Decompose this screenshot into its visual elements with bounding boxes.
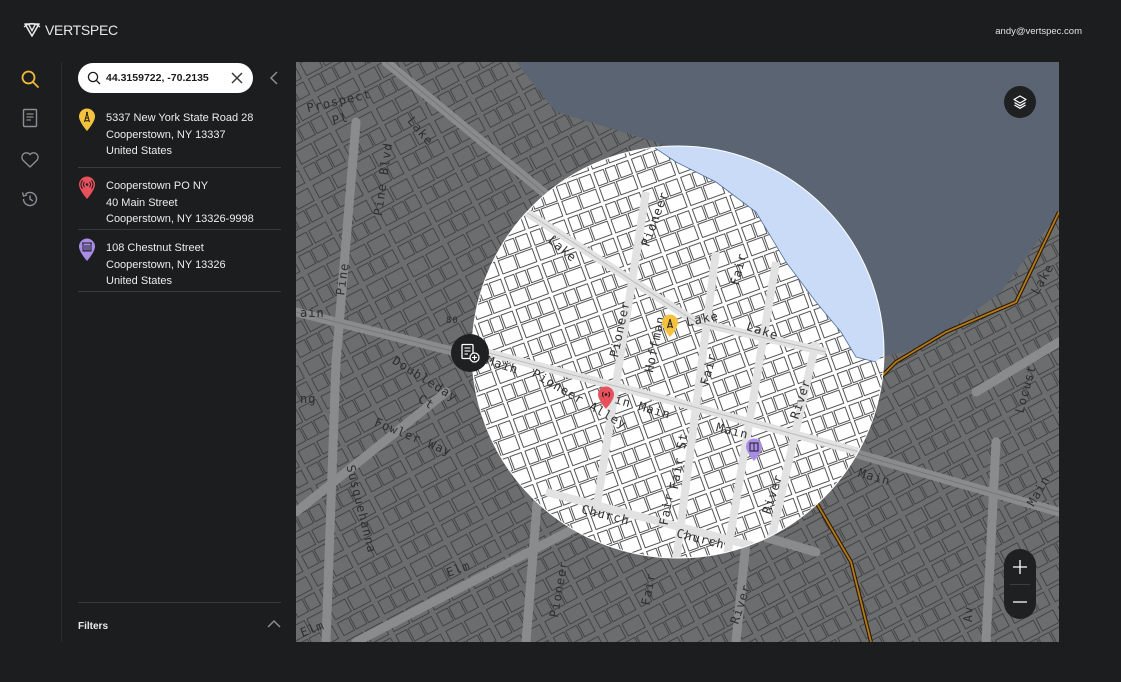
add-report-button[interactable]: [451, 334, 489, 372]
nav-documents-button[interactable]: [18, 106, 42, 130]
result-item[interactable]: Cooperstown PO NY 40 Main Street Coopers…: [78, 168, 281, 230]
search-icon: [21, 70, 39, 88]
minus-icon: [1013, 600, 1027, 603]
cell-tower-marker-icon[interactable]: [661, 314, 679, 338]
filters-bar[interactable]: Filters: [78, 602, 281, 642]
chevron-left-icon: [269, 71, 278, 85]
result-line: United States: [106, 275, 173, 287]
top-bar: VERTSPEC andy@vertspec.com: [0, 0, 1121, 62]
search-box[interactable]: [78, 63, 253, 93]
result-item[interactable]: 108 Chestnut Street Cooperstown, NY 1332…: [78, 230, 281, 292]
brand-logo[interactable]: VERTSPEC: [23, 21, 118, 39]
search-input[interactable]: [106, 72, 224, 84]
heart-icon: [21, 152, 39, 168]
layers-icon: [1013, 95, 1027, 109]
result-line: 40 Main Street: [106, 196, 178, 209]
history-icon: [21, 191, 38, 207]
search-icon: [87, 71, 101, 85]
result-line: Cooperstown, NY 13337: [106, 128, 226, 141]
add-report-icon: [461, 343, 480, 363]
street-label: ng: [300, 392, 317, 406]
broadcast-marker-icon[interactable]: [597, 386, 615, 410]
nav-search-button[interactable]: [18, 67, 42, 91]
result-line: 5337 New York State Road 28: [106, 112, 254, 124]
broadcast-pin-icon: [79, 176, 95, 199]
result-line: Cooperstown, NY 13326-9998: [106, 213, 254, 225]
nav-rail: [0, 62, 62, 642]
result-line: 108 Chestnut Street: [106, 242, 204, 254]
close-icon: [231, 72, 243, 84]
street-label: Av: [960, 605, 976, 623]
zoom-controls: [1004, 549, 1036, 619]
search-panel: 5337 New York State Road 28 Cooperstown,…: [63, 62, 295, 642]
map-canvas[interactable]: [296, 62, 1059, 642]
document-icon: [22, 108, 38, 128]
result-item[interactable]: 5337 New York State Road 28 Cooperstown,…: [78, 106, 281, 168]
nav-favorites-button[interactable]: [18, 148, 42, 172]
cell-tower-pin-icon: [79, 108, 95, 131]
zoom-in-button[interactable]: [1004, 549, 1036, 584]
user-email[interactable]: andy@vertspec.com: [995, 26, 1082, 37]
result-line: Cooperstown PO NY: [106, 180, 209, 192]
vertspec-logo-icon: [23, 22, 41, 37]
layers-button[interactable]: [1004, 86, 1036, 118]
zoom-out-button[interactable]: [1004, 584, 1036, 619]
building-marker-icon[interactable]: [745, 438, 763, 462]
filters-label: Filters: [78, 621, 109, 632]
route-number: 80: [446, 316, 459, 326]
building-pin-icon: [79, 238, 95, 261]
nav-history-button[interactable]: [18, 187, 42, 211]
plus-icon: [1013, 559, 1027, 574]
collapse-panel-button[interactable]: [267, 70, 281, 86]
result-line: United States: [106, 145, 173, 157]
clear-search-button[interactable]: [230, 71, 244, 85]
chevron-up-icon[interactable]: [267, 619, 281, 629]
street-label: ain: [300, 306, 325, 320]
brand-name: VERTSPEC: [45, 22, 118, 38]
result-line: Cooperstown, NY 13326: [106, 258, 226, 271]
map-view[interactable]: Prospect Pl Lake Pine Blvd Pine ain Doub…: [296, 62, 1059, 642]
results-list: 5337 New York State Road 28 Cooperstown,…: [78, 106, 281, 292]
